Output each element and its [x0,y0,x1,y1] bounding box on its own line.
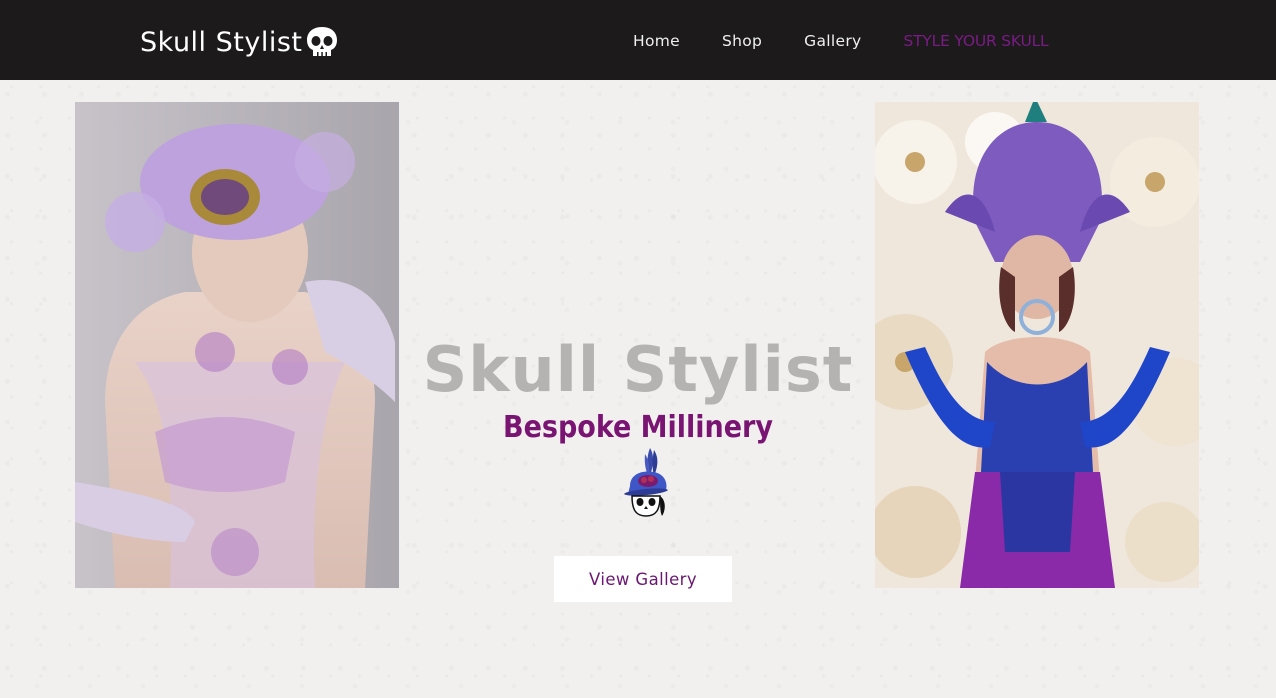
model-photo-lavender-feathers [75,102,399,588]
view-gallery-button[interactable]: View Gallery [554,556,732,602]
top-navbar: Skull Stylist Home Shop Gallery STYLE YO… [0,0,1276,80]
main-nav: Home Shop Gallery STYLE YOUR SKULL [633,30,1049,52]
hero-subtitle: Bespoke Millinery [503,410,773,445]
skull-icon [306,27,337,56]
hero-title: Skull Stylist [422,333,854,406]
brand-logo-link[interactable]: Skull Stylist [140,22,339,62]
nav-link-style-your-skull[interactable]: STYLE YOUR SKULL [903,32,1048,50]
nav-link-home[interactable]: Home [633,32,680,50]
nav-link-gallery[interactable]: Gallery [804,32,861,50]
skull-with-feathered-hat-icon [624,448,668,517]
nav-link-shop[interactable]: Shop [722,32,762,50]
model-photo-purple-headdress [875,102,1199,588]
brand-name: Skull Stylist [140,26,303,58]
